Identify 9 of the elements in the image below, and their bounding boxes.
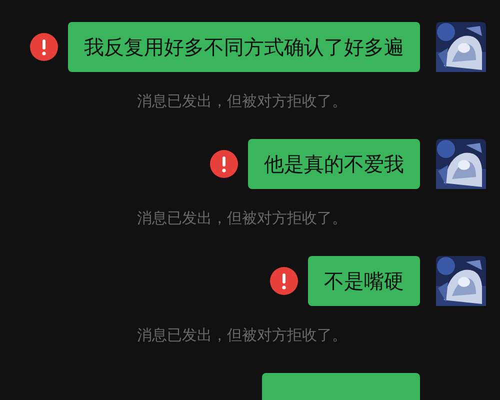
message-bubble[interactable]: 他是真的不爱我 [248, 139, 420, 189]
rejected-notice: 消息已发出，但被对方拒收了。 [136, 208, 348, 229]
rejected-notice: 消息已发出，但被对方拒收了。 [136, 91, 348, 112]
error-icon[interactable] [210, 150, 238, 178]
rejected-notice: 消息已发出，但被对方拒收了。 [136, 325, 348, 346]
message-bubble[interactable]: 我反复用好多不同方式确认了好多遍 [68, 22, 420, 72]
error-icon[interactable] [270, 267, 298, 295]
error-icon[interactable] [30, 33, 58, 61]
message-bubble[interactable]: 不是嘴硬 [308, 256, 420, 306]
